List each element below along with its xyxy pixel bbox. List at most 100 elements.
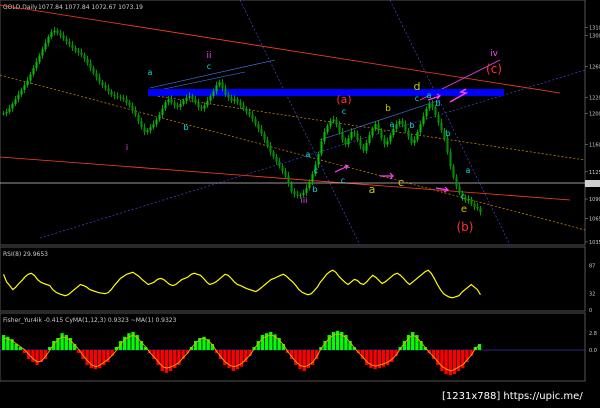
rsi-tick-label: 87 — [589, 264, 595, 270]
price-tick-label: 1035 — [589, 240, 600, 246]
candle-body — [209, 96, 212, 101]
candle-body — [176, 105, 179, 108]
candle-body — [449, 152, 452, 167]
candle-body — [71, 44, 74, 48]
candle-body — [260, 128, 263, 134]
candle-body — [2, 113, 5, 115]
candle-body — [410, 136, 413, 143]
wave-label: c — [461, 192, 465, 201]
candle-body — [110, 91, 113, 95]
candle-body — [323, 132, 326, 142]
price-tick-label: 1220 — [589, 96, 600, 102]
wave-label: (c) — [486, 62, 502, 76]
wave-label: c — [314, 166, 318, 175]
wave-label: b — [312, 185, 317, 194]
candle-body — [101, 82, 104, 86]
fisher-bar — [168, 350, 173, 371]
candle-body — [68, 41, 71, 45]
candle-body — [44, 43, 47, 50]
candle-body — [368, 135, 371, 143]
wave-label: i — [126, 143, 128, 152]
fisher-bar — [127, 333, 131, 350]
candle-body — [275, 156, 278, 162]
fisher-bar — [298, 350, 302, 370]
candle-body — [332, 119, 335, 122]
candle-body — [380, 130, 383, 139]
candle-body — [473, 203, 476, 207]
wave-label: c — [398, 176, 404, 189]
candle-body — [392, 128, 395, 136]
candle-body — [203, 105, 206, 109]
fisher-bar — [2, 335, 6, 350]
wave-label: d — [414, 80, 421, 93]
candle-body — [116, 96, 119, 98]
candle-body — [161, 108, 164, 115]
candle-body — [119, 96, 122, 98]
candle-body — [23, 85, 26, 90]
wave-label: c — [415, 94, 419, 103]
candle-body — [251, 114, 254, 119]
candle-body — [272, 152, 275, 157]
candle-body — [308, 181, 311, 189]
wave-label: ii — [206, 51, 211, 61]
fisher-bar — [35, 350, 39, 365]
candle-body — [170, 99, 173, 103]
candle-body — [338, 124, 341, 133]
candle-body — [8, 108, 11, 112]
candle-body — [281, 166, 284, 171]
fisher-bar — [477, 344, 482, 350]
candle-body — [383, 138, 386, 145]
candle-body — [5, 111, 8, 114]
candle-body — [131, 105, 134, 111]
candle-body — [284, 170, 287, 176]
candle-body — [359, 139, 362, 147]
price-tick-label: 1310 — [589, 26, 600, 32]
price-axis: 13101300 1260 1220 1200 1160 1125 1090 1065 1035 — [585, 26, 600, 246]
fisher-bar — [31, 350, 35, 362]
candle-body — [56, 30, 59, 34]
candle-body — [26, 80, 29, 86]
candle-body — [254, 118, 257, 125]
candle-body — [371, 128, 374, 136]
candle-body — [470, 199, 473, 204]
fisher-bar — [160, 350, 164, 371]
candle-body — [398, 121, 401, 125]
candle-body — [422, 116, 425, 125]
candle-body — [14, 99, 17, 104]
candle-body — [311, 174, 314, 182]
candle-body — [50, 32, 53, 37]
candle-body — [395, 124, 398, 129]
candle-body — [167, 99, 170, 103]
chart-canvas[interactable]: GOLD,Daily 1077.84 1077.84 1072.67 1073.… — [0, 0, 600, 404]
candle-body — [302, 192, 305, 196]
candle-body — [155, 119, 158, 125]
candle-body — [350, 132, 353, 139]
candle-body — [257, 124, 260, 129]
price-tick-label: 1065 — [589, 217, 600, 223]
wave-label: b — [409, 121, 414, 130]
candle-body — [62, 35, 65, 39]
candle-body — [83, 54, 86, 59]
rsi-tick-label: 32 — [589, 292, 595, 298]
wave-label: c — [341, 176, 345, 185]
candle-body — [86, 58, 89, 64]
candle-body — [329, 121, 332, 126]
candle-body — [95, 72, 98, 78]
candle-body — [278, 161, 281, 167]
wave-label: b — [183, 123, 188, 132]
wave-label: b — [435, 99, 440, 108]
candle-body — [128, 102, 131, 106]
fisher-bar — [448, 350, 452, 376]
candle-body — [218, 82, 221, 86]
candle-body — [107, 88, 110, 92]
candle-body — [206, 100, 209, 106]
fisher-bar — [302, 350, 306, 371]
candle-body — [35, 61, 38, 69]
candle-body — [227, 94, 230, 98]
wave-label: a — [306, 150, 311, 159]
fisher-bar — [444, 350, 448, 374]
candle-body — [197, 102, 200, 108]
wave-label: (b) — [457, 220, 474, 234]
price-tick-label: 1090 — [589, 197, 600, 203]
candle-body — [221, 82, 224, 89]
